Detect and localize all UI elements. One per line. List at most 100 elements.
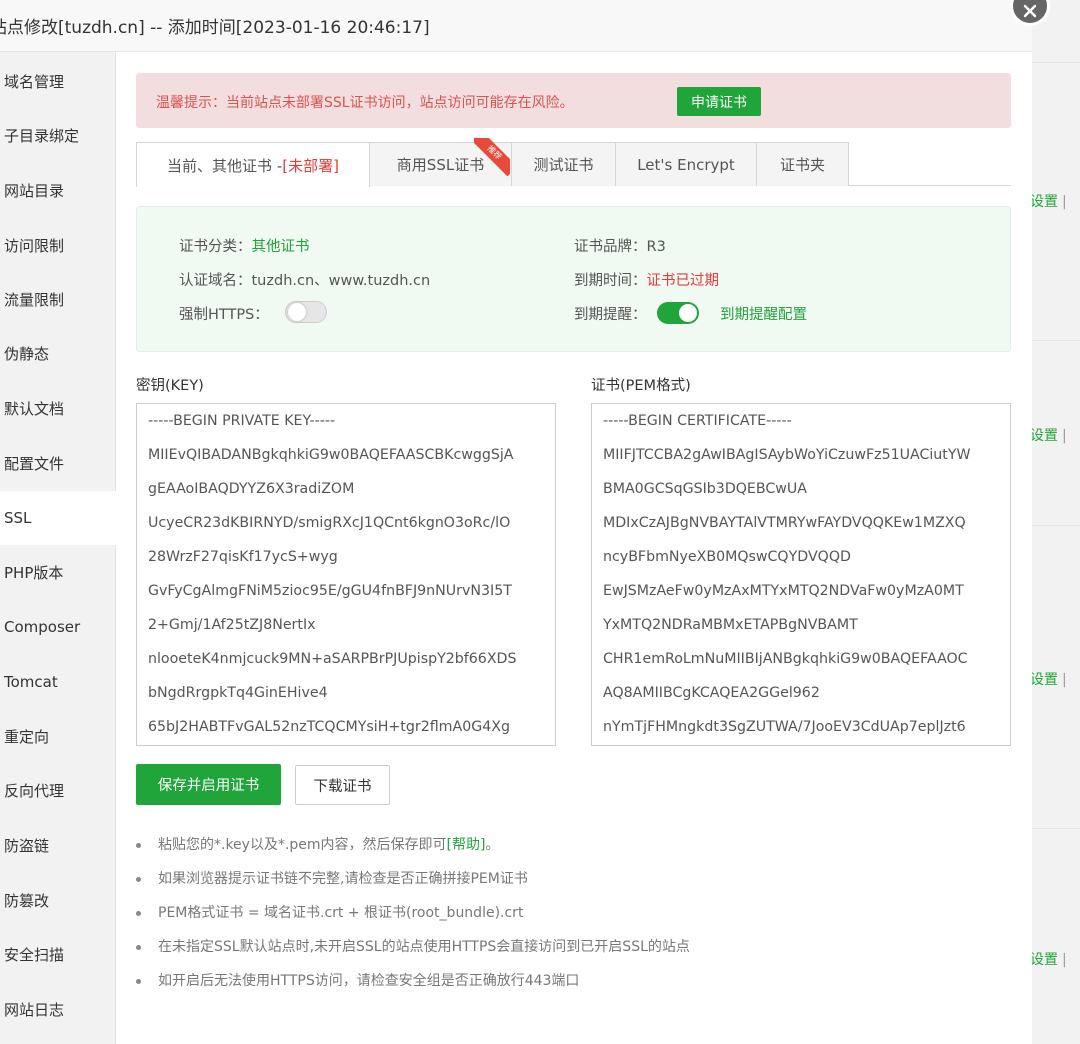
background-row-divider xyxy=(1030,62,1080,63)
cert-line: ncyBFbmNyeXB0MQswCQYDVQQD xyxy=(603,549,851,565)
sidebar-item-label: 伪静态 xyxy=(4,344,50,363)
sidebar-item-hotlink[interactable]: 防盗链 xyxy=(0,818,116,872)
key-line: nlooeteK4nmjcuck9MN+aSARPBrPJUpispY2bf66… xyxy=(148,651,517,667)
sidebar-item-label: Composer xyxy=(4,618,81,636)
cert-line: nYmTjFHMngkdt3SgZUTWA/7JooEV3CdUAp7eplJz… xyxy=(603,719,966,735)
sidebar-item-ssl[interactable]: SSL xyxy=(0,491,117,545)
tab-status: [未部署] xyxy=(282,156,339,175)
tab-test-cert[interactable]: 测试证书 xyxy=(511,142,616,186)
tip-item: 如果浏览器提示证书链不完整,请检查是否正确拼接PEM证书 xyxy=(136,862,1006,896)
apply-certificate-button[interactable]: 申请证书 xyxy=(677,87,761,116)
cert-line: EwJSMzAeFw0yMzAxMTYxMTQ2NDVaFw0yMzA0MT xyxy=(603,583,964,599)
cert-line: AQ8AMIIBCgKCAQEA2GGel962 xyxy=(603,685,820,701)
cert-line: MIIFJTCCBA2gAwIBAgISAybWoYiCzuwFz51UACiu… xyxy=(603,447,971,463)
background-settings-link[interactable]: 设置 | xyxy=(1030,425,1067,445)
download-certificate-button[interactable]: 下载证书 xyxy=(295,765,390,805)
certificate-tabs: 当前、其他证书 - [未部署] 商用SSL证书 推荐 测试证书 Let's En… xyxy=(136,138,1011,187)
key-line: -----BEGIN PRIVATE KEY----- xyxy=(148,413,336,429)
sidebar-item-label: SSL xyxy=(4,509,32,527)
sidebar-item-security-scan[interactable]: 安全扫描 xyxy=(0,927,116,981)
key-field-label: 密钥(KEY) xyxy=(136,378,204,394)
sidebar-item-label: 子目录绑定 xyxy=(4,126,80,145)
cert-category: 证书分类：其他证书 xyxy=(179,239,310,255)
certificate-info-box: 证书分类：其他证书 证书品牌：R3 认证域名：tuzdh.cn、www.tuzd… xyxy=(136,206,1011,352)
sidebar-item-config-file[interactable]: 配置文件 xyxy=(0,436,116,490)
certificate-pem-textarea[interactable]: -----BEGIN CERTIFICATE----- MIIFJTCCBA2g… xyxy=(591,403,1011,746)
sidebar-item-label: 配置文件 xyxy=(4,454,65,473)
key-line: 28WrzF27qisKf17ycS+wyg xyxy=(148,549,338,565)
sidebar-item-tamper-proof[interactable]: 防篡改 xyxy=(0,873,116,927)
sidebar-item-site-directory[interactable]: 网站目录 xyxy=(0,163,116,217)
private-key-textarea[interactable]: -----BEGIN PRIVATE KEY----- MIIEvQIBADAN… xyxy=(136,403,556,746)
tip-item: 粘贴您的*.key以及*.pem内容，然后保存即可[帮助]。 xyxy=(136,828,1006,862)
expiry-remind-config-link[interactable]: 到期提醒配置 xyxy=(720,303,807,324)
site-settings-sidebar: 域名管理 子目录绑定 网站目录 访问限制 流量限制 伪静态 默认文档 配置文件 … xyxy=(0,52,117,1044)
sidebar-item-access-limit[interactable]: 访问限制 xyxy=(0,218,116,272)
cert-line: YxMTQ2NDRaMBMxETAPBgNVBAMT xyxy=(603,617,858,633)
sidebar-item-default-doc[interactable]: 默认文档 xyxy=(0,381,116,435)
background-row-divider xyxy=(1030,828,1080,829)
sidebar-item-label: 域名管理 xyxy=(4,72,65,91)
cert-line: CHR1emRoLmNuMIIBIjANBgkqhkiG9w0BAQEFAAOC xyxy=(603,651,968,667)
background-settings-link[interactable]: 设置 | xyxy=(1030,669,1067,689)
force-https-label: 强制HTTPS： xyxy=(179,307,269,323)
tip-item: 如开启后无法使用HTTPS访问，请检查安全组是否正确放行443端口 xyxy=(136,964,1006,998)
sidebar-item-site-log[interactable]: 网站日志 xyxy=(0,982,116,1036)
sidebar-item-label: Tomcat xyxy=(4,673,58,691)
key-line: bNgdRrgpkTq4GinEHive4 xyxy=(148,685,328,701)
cert-domains: 认证域名：tuzdh.cn、www.tuzdh.cn xyxy=(179,273,431,289)
force-https-toggle[interactable] xyxy=(285,301,327,323)
sidebar-item-label: 反向代理 xyxy=(4,781,65,800)
sidebar-item-label: 防篡改 xyxy=(4,891,50,910)
cert-field-label: 证书(PEM格式) xyxy=(591,378,691,394)
sidebar-item-php-version[interactable]: PHP版本 xyxy=(0,545,116,599)
ribbon-label: 推荐 xyxy=(474,138,510,177)
save-enable-certificate-button[interactable]: 保存并启用证书 xyxy=(136,764,281,805)
sidebar-item-label: 流量限制 xyxy=(4,290,65,309)
sidebar-item-subdirectory[interactable]: 子目录绑定 xyxy=(0,108,116,162)
ssl-warning-alert: 温馨提示：当前站点未部署SSL证书访问，站点访问可能存在风险。 申请证书 xyxy=(136,73,1011,128)
sidebar-item-redirect[interactable]: 重定向 xyxy=(0,709,116,763)
cert-expiry: 到期时间：证书已过期 xyxy=(574,273,719,289)
sidebar-item-domain[interactable]: 域名管理 xyxy=(0,54,116,108)
tab-label: 当前、其他证书 - xyxy=(167,156,283,175)
recommend-ribbon: 推荐 xyxy=(474,138,510,178)
tab-lets-encrypt[interactable]: Let's Encrypt xyxy=(615,142,757,186)
tab-cert-folder[interactable]: 证书夹 xyxy=(756,142,849,186)
help-link[interactable]: [帮助] xyxy=(447,837,486,853)
site-edit-modal: 站点修改[tuzdh.cn] -- 添加时间[2023-01-16 20:46:… xyxy=(0,0,1050,1044)
cert-line: -----BEGIN CERTIFICATE----- xyxy=(603,413,792,429)
background-page xyxy=(1030,0,1080,1044)
cert-line: MDIxCzAJBgNVBAYTAlVTMRYwFAYDVQQKEw1MZXQ xyxy=(603,515,966,531)
modal-header: 站点修改[tuzdh.cn] -- 添加时间[2023-01-16 20:46:… xyxy=(0,0,1032,52)
key-line: 2+Gmj/1Af25tZJ8NertIx xyxy=(148,617,316,633)
key-line: gEAAoIBAQDYYZ6X3radiZOM xyxy=(148,481,355,497)
key-line: 65bJ2HABTFvGAL52nzTCQCMYsiH+tgr2flmA0G4X… xyxy=(148,719,510,735)
background-settings-link[interactable]: 设置 | xyxy=(1030,949,1067,969)
tip-item: PEM格式证书 = 域名证书.crt + 根证书(root_bundle).cr… xyxy=(136,896,1006,930)
sidebar-item-composer[interactable]: Composer xyxy=(0,600,116,654)
key-line: UcyeCR23dKBIRNYD/smigRXcJ1QCnt6kgnO3oRc/… xyxy=(148,515,511,531)
sidebar-item-label: 安全扫描 xyxy=(4,945,65,964)
expiry-remind-label: 到期提醒： xyxy=(574,307,647,323)
sidebar-item-rewrite[interactable]: 伪静态 xyxy=(0,326,116,380)
close-icon xyxy=(1023,4,1037,18)
background-settings-link[interactable]: 设置 | xyxy=(1030,191,1067,211)
sidebar-item-traffic-limit[interactable]: 流量限制 xyxy=(0,272,116,326)
tab-label: 证书夹 xyxy=(779,156,825,174)
toggle-knob xyxy=(288,303,306,321)
sidebar-item-label: 默认文档 xyxy=(4,399,65,418)
sidebar-item-label: 访问限制 xyxy=(4,236,65,255)
sidebar-item-label: 重定向 xyxy=(4,727,50,746)
tab-current-cert[interactable]: 当前、其他证书 - [未部署] xyxy=(136,142,370,187)
sidebar-item-reverse-proxy[interactable]: 反向代理 xyxy=(0,763,116,817)
alert-text: 温馨提示：当前站点未部署SSL证书访问，站点访问可能存在风险。 xyxy=(156,95,574,111)
sidebar-item-label: PHP版本 xyxy=(4,563,64,582)
sidebar-item-label: 网站日志 xyxy=(4,1000,65,1019)
tab-label: 商用SSL证书 xyxy=(396,156,485,174)
expiry-remind-toggle[interactable] xyxy=(657,302,699,324)
sidebar-item-tomcat[interactable]: Tomcat xyxy=(0,655,116,709)
background-row-divider xyxy=(1030,340,1080,341)
ssl-panel: 温馨提示：当前站点未部署SSL证书访问，站点访问可能存在风险。 申请证书 当前、… xyxy=(116,52,1032,1044)
tab-label: 测试证书 xyxy=(533,156,594,174)
